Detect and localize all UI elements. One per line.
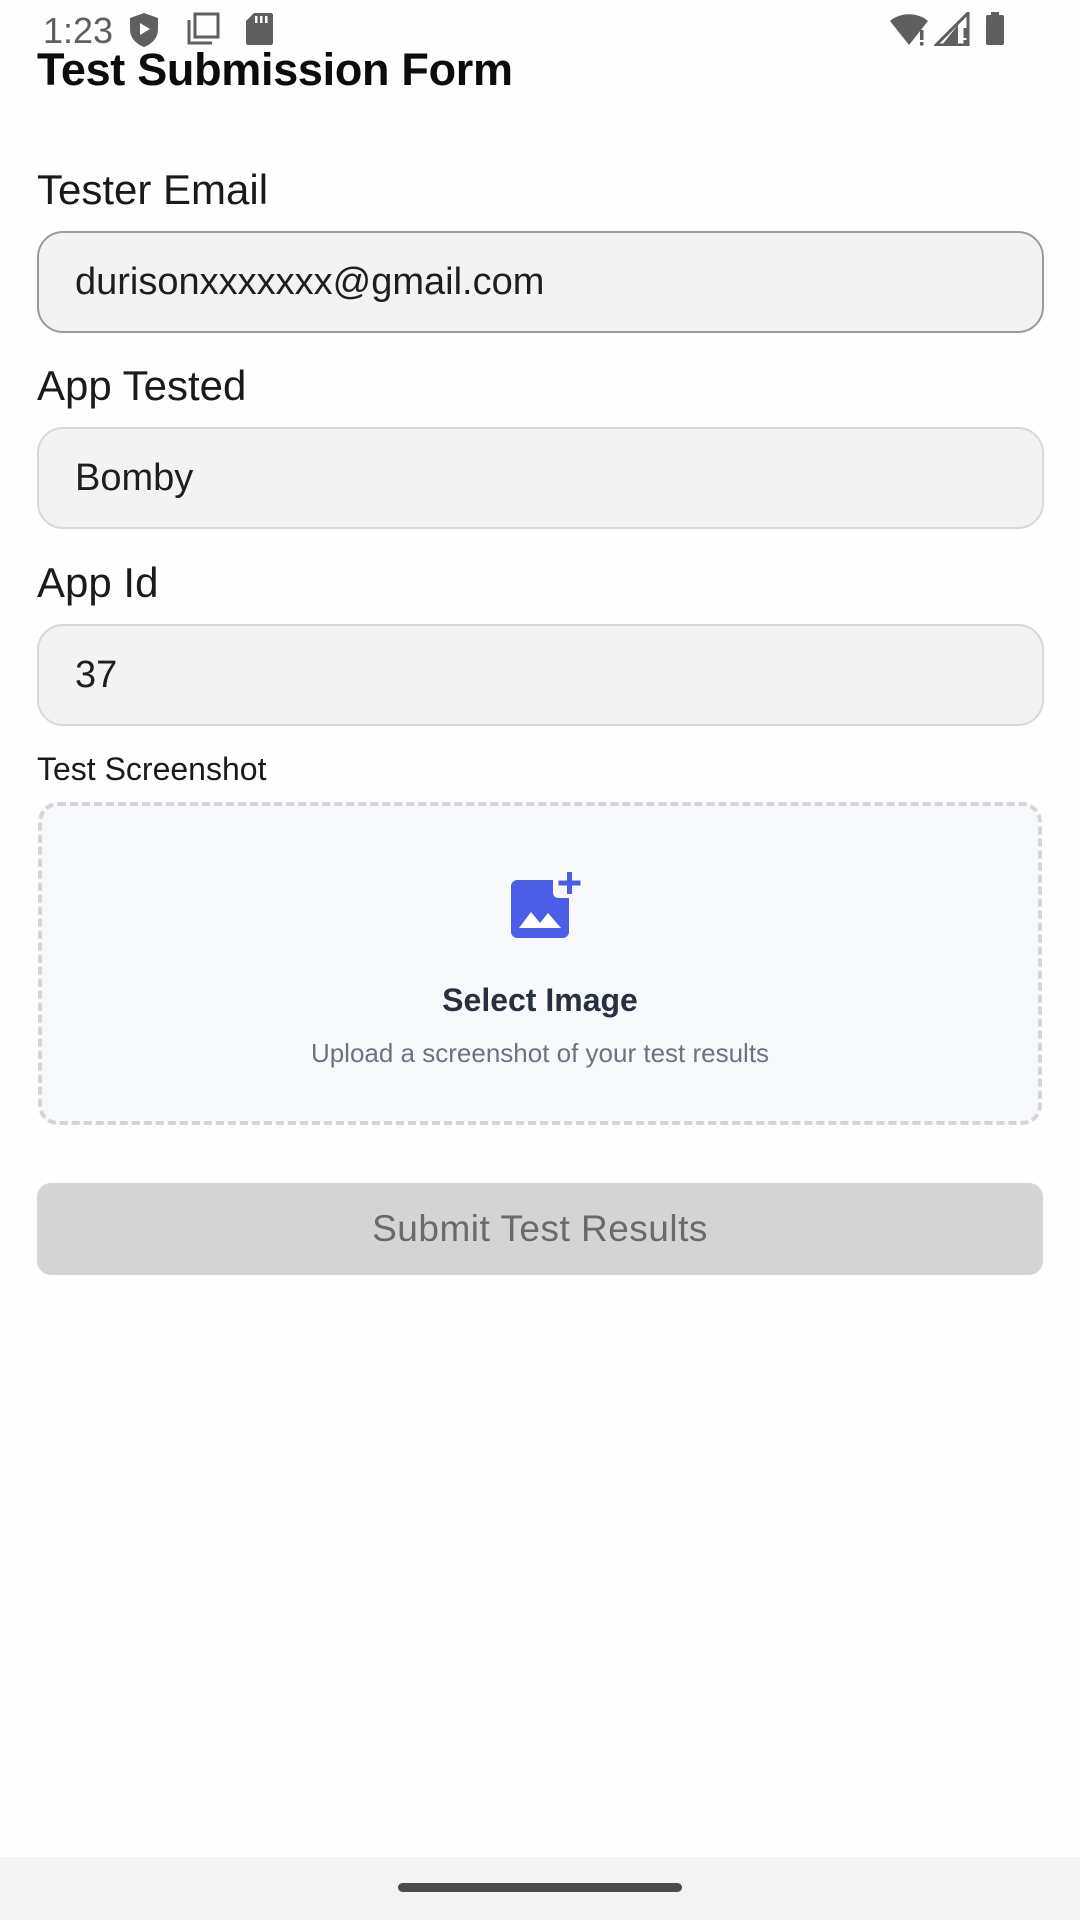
app-id-field[interactable]	[37, 624, 1044, 726]
page-title: Test Submission Form	[37, 44, 513, 95]
signal-icon	[934, 12, 970, 48]
submit-button[interactable]: Submit Test Results	[37, 1183, 1043, 1275]
wifi-icon	[889, 12, 929, 48]
home-gesture-handle[interactable]	[398, 1883, 682, 1892]
add-photo-icon	[509, 870, 581, 942]
screen-icon	[186, 12, 220, 48]
app-id-label: App Id	[37, 559, 159, 606]
battery-icon	[985, 12, 1005, 48]
image-upload-area[interactable]: Select Image Upload a screenshot of your…	[38, 802, 1042, 1125]
app-tested-field[interactable]	[37, 427, 1044, 529]
upload-hint: Upload a screenshot of your test results	[310, 1038, 770, 1068]
email-label: Tester Email	[37, 166, 269, 213]
shield-icon	[128, 12, 160, 48]
screenshot-label: Test Screenshot	[37, 751, 267, 787]
email-field[interactable]	[37, 231, 1044, 333]
app-tested-label: App Tested	[37, 362, 247, 409]
select-image-title: Select Image	[442, 982, 638, 1018]
sd-card-icon	[245, 12, 273, 48]
screen: 1:23 Test Submission Form Tester Email d…	[0, 0, 1080, 1920]
navigation-bar	[0, 1857, 1080, 1920]
